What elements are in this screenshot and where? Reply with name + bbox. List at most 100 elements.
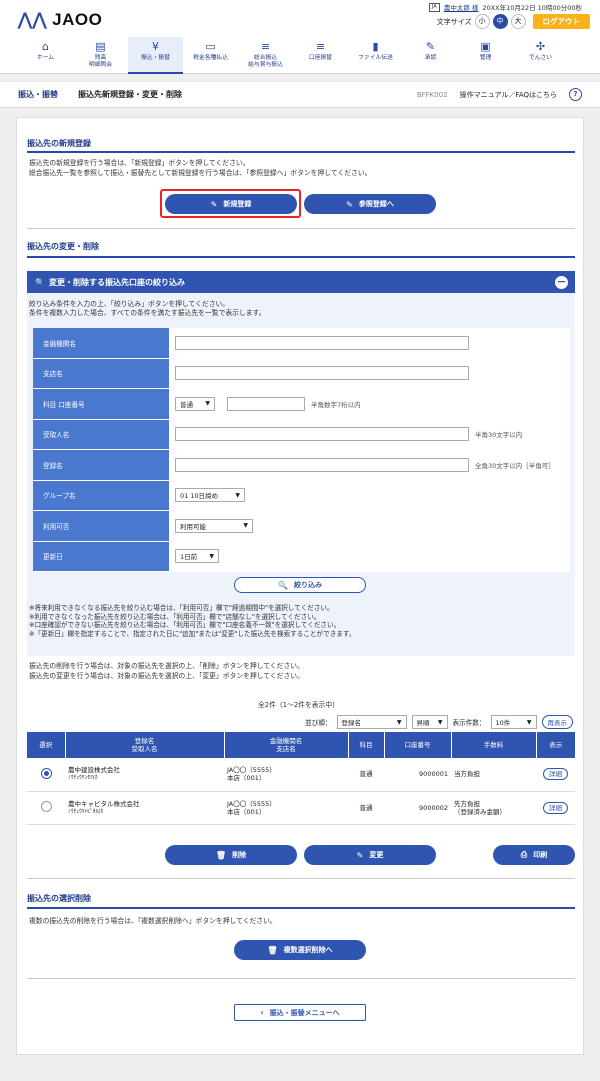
- collapse-icon[interactable]: −: [555, 275, 568, 289]
- dropdown-arrow-icon: ▼: [235, 491, 240, 499]
- detail-button[interactable]: 詳細: [543, 801, 568, 814]
- reg-name-hint: 全角30文字以内［半角可］: [475, 461, 555, 470]
- printer-icon: ⎙: [520, 850, 528, 859]
- filter-row-account: 科目 口座番号 普通 ▼ 半角数字7桁以内: [33, 389, 570, 420]
- user-card-icon: JA: [428, 2, 440, 12]
- search-icon: 🔍: [35, 277, 45, 287]
- dropdown-arrow-icon: ▼: [396, 718, 402, 726]
- nav-file[interactable]: ▮ ファイル伝送: [348, 37, 403, 74]
- filter-accordion-header[interactable]: 🔍 変更・削除する振込先口座の絞り込み −: [27, 271, 575, 293]
- help-icon[interactable]: ?: [569, 88, 582, 101]
- trash-icon: 🗑: [215, 850, 227, 860]
- redisplay-button[interactable]: 再表示: [541, 715, 573, 729]
- sort-label: 並び順：: [305, 719, 332, 727]
- reference-register-button[interactable]: ✎ 参照登録へ: [304, 194, 436, 214]
- nav-home[interactable]: ⌂ ホーム: [18, 37, 73, 74]
- account-hint: 半角数字7桁以内: [311, 400, 361, 409]
- per-page-select[interactable]: 10件 ▼: [490, 715, 537, 729]
- list-note-2: 振込先の変更を行う場合は、対象の振込先を選択の上、「変更」ボタンを押してください…: [29, 672, 304, 680]
- nav-debit[interactable]: ≡ 口座振替: [293, 37, 348, 74]
- branch-label: 支店名: [33, 358, 169, 388]
- divider: [27, 978, 575, 979]
- font-medium-button[interactable]: 中: [492, 14, 508, 29]
- change-button[interactable]: ✎ 変更: [304, 845, 436, 865]
- main-panel: 振込先の新規登録 振込先の新規登録を行う場合は、「新規登録」ボタンを押してくださ…: [16, 117, 584, 1055]
- nav-approve[interactable]: ✎ 承認: [403, 37, 458, 74]
- account-type-select[interactable]: 普通 ▼: [175, 396, 215, 411]
- back-to-menu-button[interactable]: ‹ 振込・振替メニューへ: [234, 1004, 366, 1021]
- font-small-button[interactable]: 小: [474, 14, 490, 29]
- list-controls: 並び順： 登録名 ▼ 昇順 ▼ 表示件数： 10件 ▼ 再表示: [305, 715, 573, 729]
- group-select[interactable]: 01 10日締め ▼: [175, 488, 245, 503]
- breadcrumb-category[interactable]: 振込・振替: [18, 89, 58, 100]
- screen-id: BFFK002: [416, 90, 448, 99]
- help-link[interactable]: 操作マニュアル／FAQはこちら: [460, 90, 557, 100]
- sort-select[interactable]: 登録名 ▼: [336, 715, 407, 729]
- col-name: 登録名 受取人名: [65, 732, 225, 758]
- dropdown-arrow-icon: ▼: [437, 718, 443, 726]
- filter-row-updated: 更新日 1日前 ▼: [33, 541, 570, 572]
- trash-icon: 🗑: [267, 945, 278, 955]
- breadcrumb: 振込・振替 振込先新規登録・変更・削除 BFFK002 操作マニュアル／FAQは…: [0, 82, 600, 108]
- payee-hint: 半角30文字以内: [475, 431, 523, 440]
- multi-delete-button[interactable]: 🗑 複数選択削除へ: [234, 940, 366, 960]
- delete-button[interactable]: 🗑 削除: [165, 845, 297, 865]
- usable-label: 利用可否: [33, 511, 169, 541]
- account-number-input[interactable]: [227, 396, 305, 411]
- table-row[interactable]: 農中キャピタル株式会社 ﾉｳﾁｭｳｷｬﾋﾟﾀﾙ(ｶ JA〇〇（5555） 本店（00…: [27, 791, 575, 825]
- filter-row-group: グループ名 01 10日締め ▼: [33, 480, 570, 511]
- divider: [27, 907, 575, 909]
- branch-name-input[interactable]: [175, 366, 469, 381]
- filter-row-regname: 登録名 全角30文字以内［半角可］: [33, 450, 570, 481]
- payee-name-input[interactable]: [175, 427, 469, 442]
- divider: [27, 228, 575, 229]
- print-button[interactable]: ⎙ 印刷: [493, 845, 575, 865]
- divider: [27, 256, 575, 258]
- nav-transfer[interactable]: ¥ 振込・振替: [128, 37, 183, 74]
- nav-bulk[interactable]: ≡ 総合振込 給与賞与振込: [238, 37, 293, 74]
- new-register-button[interactable]: ✎ 新規登録: [165, 194, 297, 214]
- header: ⋀⋀ JAOO JA 農中太郎 様 20XX年10月22日 10時00分00秒 …: [0, 0, 600, 42]
- table-row[interactable]: 農中建設株式会社 ﾉｳﾁｭｳｹﾝｾﾂ(ｶ JA〇〇（5555） 本店（001） 普通…: [27, 758, 575, 792]
- filter-note-1: 絞り込み条件を入力の上、「絞り込み」ボタンを押してください。: [29, 300, 230, 308]
- filter-row-payee: 受取人名 半角30文字以内: [33, 419, 570, 450]
- change-delete-heading: 振込先の変更・削除: [27, 242, 99, 251]
- font-size-switch: 文字サイズ 小 中 大 ログアウト: [437, 14, 590, 29]
- nav-densai[interactable]: ✣ でんさい: [513, 37, 568, 74]
- table-header: 選択 登録名 受取人名 金融機関名 支店名 科目 口座番号 手数料 表示: [27, 732, 575, 758]
- pencil-icon: ✎: [346, 199, 353, 209]
- nav-admin[interactable]: ▣ 管理: [458, 37, 513, 74]
- user-name-link[interactable]: 農中太郎 様: [444, 2, 479, 12]
- col-type: 科目: [348, 732, 385, 758]
- reg-name-input[interactable]: [175, 457, 469, 472]
- file-icon: ▮: [372, 40, 379, 53]
- nav-balance[interactable]: ▤ 残高 明細照会: [73, 37, 128, 74]
- result-count: 全2件（1〜2件を表示中）: [258, 701, 339, 709]
- payee-label: 受取人名: [33, 419, 169, 449]
- densai-icon: ✣: [535, 40, 546, 53]
- logout-button[interactable]: ログアウト: [532, 14, 590, 29]
- select-radio[interactable]: [40, 801, 52, 812]
- admin-icon: ▣: [480, 40, 491, 53]
- pencil-icon: ✎: [210, 199, 218, 209]
- filter-button[interactable]: 🔍 絞り込み: [234, 577, 366, 593]
- font-large-button[interactable]: 大: [510, 14, 526, 29]
- group-label: グループ名: [33, 480, 169, 510]
- nav-tax[interactable]: ▭ 税金各種払込: [183, 37, 238, 74]
- passbook-icon: ▤: [95, 40, 106, 53]
- updated-select[interactable]: 1日前 ▼: [175, 549, 219, 564]
- dropdown-arrow-icon: ▼: [526, 718, 532, 726]
- usable-select[interactable]: 利用可能 ▼: [175, 518, 253, 533]
- detail-button[interactable]: 詳細: [543, 768, 568, 781]
- col-bank: 金融機関名 支店名: [224, 732, 349, 758]
- ja-logo[interactable]: ⋀⋀ JAOO: [18, 10, 102, 30]
- divider: [27, 151, 575, 153]
- coins-icon: ≡: [260, 40, 271, 53]
- bank-name-input[interactable]: [175, 335, 469, 350]
- filter-title: 変更・削除する振込先口座の絞り込み: [48, 277, 185, 287]
- coins-icon: ≡: [315, 40, 326, 53]
- select-radio[interactable]: [40, 767, 52, 779]
- search-icon: 🔍: [278, 580, 288, 590]
- list-note-1: 振込先の削除を行う場合は、対象の振込先を選択の上、「削除」ボタンを押してください…: [29, 662, 304, 670]
- order-select[interactable]: 昇順 ▼: [411, 715, 448, 729]
